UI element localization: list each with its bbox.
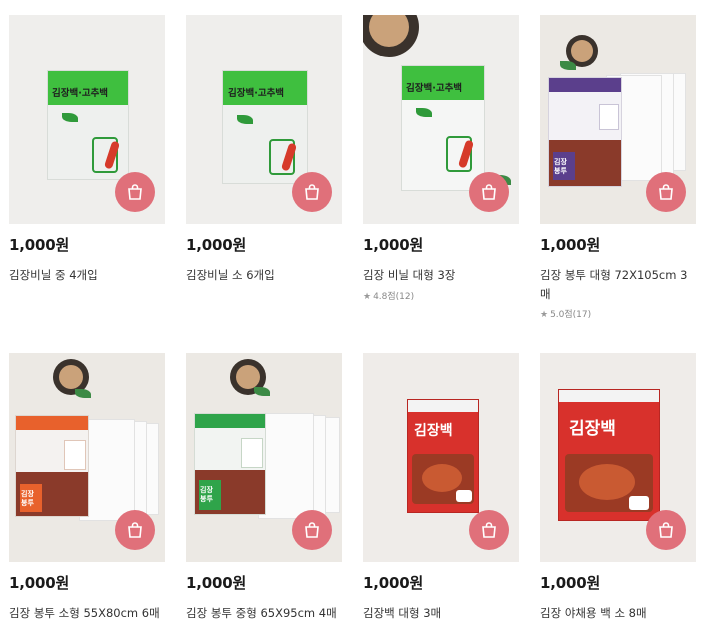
shopping-bag-icon bbox=[659, 522, 673, 538]
add-to-cart-button[interactable] bbox=[646, 510, 686, 550]
product-title[interactable]: 김장 비닐 대형 3장 bbox=[363, 266, 519, 285]
product-title[interactable]: 김장 야채용 백 소 8매 bbox=[540, 604, 696, 623]
product-card[interactable]: 김장백·고추백 1,000원 김장 비닐 대형 3장 ★ 4.8점(12) bbox=[363, 15, 519, 302]
shopping-bag-icon bbox=[482, 522, 496, 538]
add-to-cart-button[interactable] bbox=[115, 510, 155, 550]
product-image[interactable]: 김장 봉투 bbox=[540, 15, 696, 224]
shopping-bag-icon bbox=[305, 184, 319, 200]
product-title[interactable]: 김장백 대형 3매 bbox=[363, 604, 519, 623]
add-to-cart-button[interactable] bbox=[469, 172, 509, 212]
product-price: 1,000원 bbox=[186, 236, 247, 254]
product-card[interactable]: 김장백 1,000원 김장백 대형 3매 bbox=[363, 353, 519, 620]
shopping-bag-icon bbox=[128, 184, 142, 200]
product-price: 1,000원 bbox=[363, 574, 424, 592]
product-title[interactable]: 김장비닐 중 4개입 bbox=[9, 266, 165, 285]
add-to-cart-button[interactable] bbox=[292, 172, 332, 212]
shopping-bag-icon bbox=[128, 522, 142, 538]
shopping-bag-icon bbox=[659, 184, 673, 200]
shopping-bag-icon bbox=[482, 184, 496, 200]
product-image[interactable]: 김장백·고추백 bbox=[9, 15, 165, 224]
product-grid: 김장백·고추백 1,000원 김장비닐 중 4개입 김장백·고추백 1,000원… bbox=[0, 0, 706, 637]
add-to-cart-button[interactable] bbox=[469, 510, 509, 550]
product-title[interactable]: 김장 봉투 중형 65X95cm 4매 bbox=[186, 604, 342, 623]
product-price: 1,000원 bbox=[9, 574, 70, 592]
product-card[interactable]: 김장 봉투 1,000원 김장 봉투 중형 65X95cm 4매 bbox=[186, 353, 342, 620]
product-rating: ★ 4.8점(12) bbox=[363, 292, 415, 302]
product-card[interactable]: 김장 봉투 1,000원 김장 봉투 대형 72X105cm 3매 ★ 5.0점(… bbox=[540, 15, 696, 320]
add-to-cart-button[interactable] bbox=[292, 510, 332, 550]
product-rating: ★ 5.0점(17) bbox=[540, 310, 592, 320]
product-title[interactable]: 김장 봉투 대형 72X105cm 3매 bbox=[540, 266, 696, 304]
add-to-cart-button[interactable] bbox=[115, 172, 155, 212]
product-card[interactable]: 김장 봉투 1,000원 김장 봉투 소형 55X80cm 6매 bbox=[9, 353, 165, 620]
product-price: 1,000원 bbox=[540, 574, 601, 592]
product-image[interactable]: 김장 봉투 bbox=[9, 353, 165, 562]
product-image[interactable]: 김장백 bbox=[540, 353, 696, 562]
product-image[interactable]: 김장 봉투 bbox=[186, 353, 342, 562]
shopping-bag-icon bbox=[305, 522, 319, 538]
product-card[interactable]: 김장백 1,000원 김장 야채용 백 소 8매 bbox=[540, 353, 696, 620]
add-to-cart-button[interactable] bbox=[646, 172, 686, 212]
product-title[interactable]: 김장 봉투 소형 55X80cm 6매 bbox=[9, 604, 165, 623]
product-price: 1,000원 bbox=[540, 236, 601, 254]
product-price: 1,000원 bbox=[186, 574, 247, 592]
product-card[interactable]: 김장백·고추백 1,000원 김장비닐 소 6개입 bbox=[186, 15, 342, 282]
product-price: 1,000원 bbox=[363, 236, 424, 254]
star-icon: ★ bbox=[363, 292, 372, 302]
product-image[interactable]: 김장백 bbox=[363, 353, 519, 562]
product-title[interactable]: 김장비닐 소 6개입 bbox=[186, 266, 342, 285]
product-image[interactable]: 김장백·고추백 bbox=[186, 15, 342, 224]
product-price: 1,000원 bbox=[9, 236, 70, 254]
product-image[interactable]: 김장백·고추백 bbox=[363, 15, 519, 224]
star-icon: ★ bbox=[540, 310, 549, 320]
product-card[interactable]: 김장백·고추백 1,000원 김장비닐 중 4개입 bbox=[9, 15, 165, 282]
